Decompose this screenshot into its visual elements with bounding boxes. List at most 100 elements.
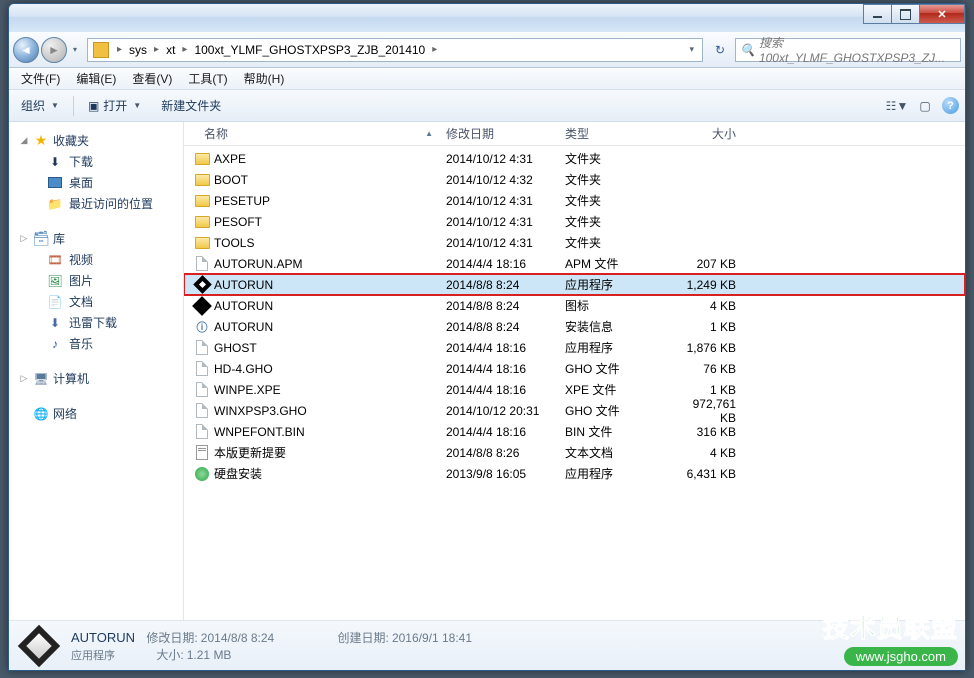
new-folder-button[interactable]: 新建文件夹 bbox=[155, 95, 227, 116]
sidebar-item-desktop[interactable]: 桌面 bbox=[9, 172, 183, 193]
desktop-icon bbox=[47, 175, 63, 191]
file-name: TOOLS bbox=[214, 236, 254, 250]
network-header[interactable]: 🌐网络 bbox=[9, 403, 183, 424]
file-row[interactable]: WINXPSP3.GHO2014/10/12 20:31GHO 文件972,76… bbox=[184, 400, 965, 421]
file-name: AUTORUN.APM bbox=[214, 257, 302, 271]
file-type: 应用程序 bbox=[559, 463, 669, 484]
organize-button[interactable]: 组织▼ bbox=[15, 95, 65, 116]
history-dropdown[interactable]: ▾ bbox=[69, 41, 81, 59]
help-button[interactable]: ? bbox=[942, 97, 959, 114]
file-type: 文件夹 bbox=[559, 232, 669, 253]
sidebar-item-recent[interactable]: 📁最近访问的位置 bbox=[9, 193, 183, 214]
file-name: AXPE bbox=[214, 152, 246, 166]
file-row[interactable]: AXPE 2014/10/12 4:31文件夹 bbox=[184, 148, 965, 169]
file-row[interactable]: 本版更新提要2014/8/8 8:26文本文档4 KB bbox=[184, 442, 965, 463]
breadcrumb-dropdown[interactable]: ▾ bbox=[683, 44, 700, 55]
menu-help[interactable]: 帮助(H) bbox=[236, 68, 293, 89]
maximize-button[interactable] bbox=[891, 4, 920, 24]
file-type: 安装信息 bbox=[559, 316, 669, 337]
file-row[interactable]: HD-4.GHO2014/4/4 18:16GHO 文件76 KB bbox=[184, 358, 965, 379]
search-input[interactable]: 🔍 搜索 100xt_YLMF_GHOSTXPSP3_ZJ... bbox=[735, 38, 961, 62]
file-size bbox=[669, 169, 743, 190]
separator bbox=[73, 96, 74, 116]
close-button[interactable] bbox=[919, 4, 965, 24]
toolbar: 组织▼ ▣打开▼ 新建文件夹 ☷ ▼ ▢ ? bbox=[9, 90, 965, 122]
preview-pane-button[interactable]: ▢ bbox=[914, 95, 936, 117]
menu-tools[interactable]: 工具(T) bbox=[180, 68, 235, 89]
back-button[interactable]: ◄ bbox=[13, 37, 39, 63]
file-row[interactable]: WNPEFONT.BIN2014/4/4 18:16BIN 文件316 KB bbox=[184, 421, 965, 442]
minimize-button[interactable] bbox=[863, 4, 892, 24]
file-type: 文本文档 bbox=[559, 442, 669, 463]
recent-icon: 📁 bbox=[47, 196, 63, 212]
file-name: AUTORUN bbox=[214, 278, 273, 292]
image-icon: 🖼 bbox=[47, 273, 63, 289]
breadcrumb-separator: ▸ bbox=[177, 44, 192, 55]
chevron-down-icon: ▼ bbox=[896, 99, 908, 113]
sidebar-item-videos[interactable]: 🎞视频 bbox=[9, 249, 183, 270]
sidebar-item-downloads[interactable]: ⬇下载 bbox=[9, 151, 183, 172]
libraries-header[interactable]: ▷🗃库 bbox=[9, 228, 183, 249]
file-row[interactable]: AUTORUN.APM2014/4/4 18:16APM 文件207 KB bbox=[184, 253, 965, 274]
column-size[interactable]: 大小 bbox=[669, 122, 743, 145]
computer-header[interactable]: ▷🖥计算机 bbox=[9, 368, 183, 389]
network-group: 🌐网络 bbox=[9, 403, 183, 424]
expand-icon: ▷ bbox=[19, 373, 29, 384]
column-type[interactable]: 类型 bbox=[559, 122, 669, 145]
open-button[interactable]: ▣打开▼ bbox=[82, 95, 147, 116]
refresh-button[interactable]: ↻ bbox=[709, 39, 731, 61]
file-row[interactable]: PESETUP2014/10/12 4:31文件夹 bbox=[184, 190, 965, 211]
file-size: 972,761 KB bbox=[669, 400, 743, 421]
file-size: 316 KB bbox=[669, 421, 743, 442]
file-row[interactable]: WINPE.XPE2014/4/4 18:16XPE 文件1 KB bbox=[184, 379, 965, 400]
favorites-header[interactable]: ◢★收藏夹 bbox=[9, 130, 183, 151]
file-date: 2014/4/4 18:16 bbox=[440, 358, 559, 379]
menu-file[interactable]: 文件(F) bbox=[13, 68, 68, 89]
file-row[interactable]: GHOST2014/4/4 18:16应用程序1,876 KB bbox=[184, 337, 965, 358]
file-row[interactable]: 硬盘安装2013/9/8 16:05应用程序6,431 KB bbox=[184, 463, 965, 484]
column-name[interactable]: 名称▲ bbox=[184, 122, 440, 145]
file-date: 2014/8/8 8:24 bbox=[440, 274, 559, 295]
file-size: 1 KB bbox=[669, 316, 743, 337]
breadcrumb[interactable]: ▸ sys ▸ xt ▸ 100xt_YLMF_GHOSTXPSP3_ZJB_2… bbox=[87, 38, 703, 62]
file-row[interactable]: BOOT2014/10/12 4:32文件夹 bbox=[184, 169, 965, 190]
file-type: GHO 文件 bbox=[559, 400, 669, 421]
file-type: 应用程序 bbox=[559, 274, 669, 295]
file-date: 2014/10/12 4:31 bbox=[440, 148, 559, 169]
sidebar-item-xunlei[interactable]: ⬇迅雷下载 bbox=[9, 312, 183, 333]
file-row[interactable]: TOOLS2014/10/12 4:31文件夹 bbox=[184, 232, 965, 253]
forward-button[interactable]: ► bbox=[41, 37, 67, 63]
file-size bbox=[669, 232, 743, 253]
file-list[interactable]: AXPE2014/10/12 4:31文件夹BOOT2014/10/12 4:3… bbox=[184, 146, 965, 620]
file-row[interactable]: PESOFT2014/10/12 4:31文件夹 bbox=[184, 211, 965, 232]
view-options-button[interactable]: ☷ ▼ bbox=[886, 95, 908, 117]
file-row[interactable]: ⓘAUTORUN2014/8/8 8:24安装信息1 KB bbox=[184, 316, 965, 337]
libraries-group: ▷🗃库 🎞视频 🖼图片 📄文档 ⬇迅雷下载 ♪音乐 bbox=[9, 228, 183, 354]
file-size bbox=[669, 190, 743, 211]
titlebar[interactable] bbox=[9, 4, 965, 32]
breadcrumb-item[interactable]: xt bbox=[164, 43, 177, 57]
sidebar-item-documents[interactable]: 📄文档 bbox=[9, 291, 183, 312]
column-date[interactable]: 修改日期 bbox=[440, 122, 559, 145]
sidebar-item-pictures[interactable]: 🖼图片 bbox=[9, 270, 183, 291]
download-icon: ⬇ bbox=[47, 154, 63, 170]
menubar: 文件(F) 编辑(E) 查看(V) 工具(T) 帮助(H) bbox=[9, 68, 965, 90]
toolbar-right: ☷ ▼ ▢ ? bbox=[886, 95, 959, 117]
file-size: 4 KB bbox=[669, 295, 743, 316]
file-type: 文件夹 bbox=[559, 148, 669, 169]
breadcrumb-item[interactable]: sys bbox=[127, 43, 149, 57]
file-row[interactable]: AUTORUN2014/8/8 8:24应用程序1,249 KB bbox=[184, 274, 965, 295]
file-size: 76 KB bbox=[669, 358, 743, 379]
column-headers: 名称▲ 修改日期 类型 大小 bbox=[184, 122, 965, 146]
status-bar: AUTORUN 修改日期: 2014/8/8 8:24 创建日期: 2016/9… bbox=[9, 620, 965, 670]
sidebar-item-music[interactable]: ♪音乐 bbox=[9, 333, 183, 354]
collapse-icon: ◢ bbox=[19, 135, 29, 146]
menu-edit[interactable]: 编辑(E) bbox=[68, 68, 124, 89]
file-row[interactable]: AUTORUN2014/8/8 8:24图标4 KB bbox=[184, 295, 965, 316]
breadcrumb-item[interactable]: 100xt_YLMF_GHOSTXPSP3_ZJB_201410 bbox=[192, 43, 427, 57]
file-size bbox=[669, 148, 743, 169]
file-date: 2014/8/8 8:24 bbox=[440, 316, 559, 337]
menu-view[interactable]: 查看(V) bbox=[124, 68, 180, 89]
computer-icon: 🖥 bbox=[33, 371, 49, 387]
breadcrumb-separator: ▸ bbox=[149, 44, 164, 55]
